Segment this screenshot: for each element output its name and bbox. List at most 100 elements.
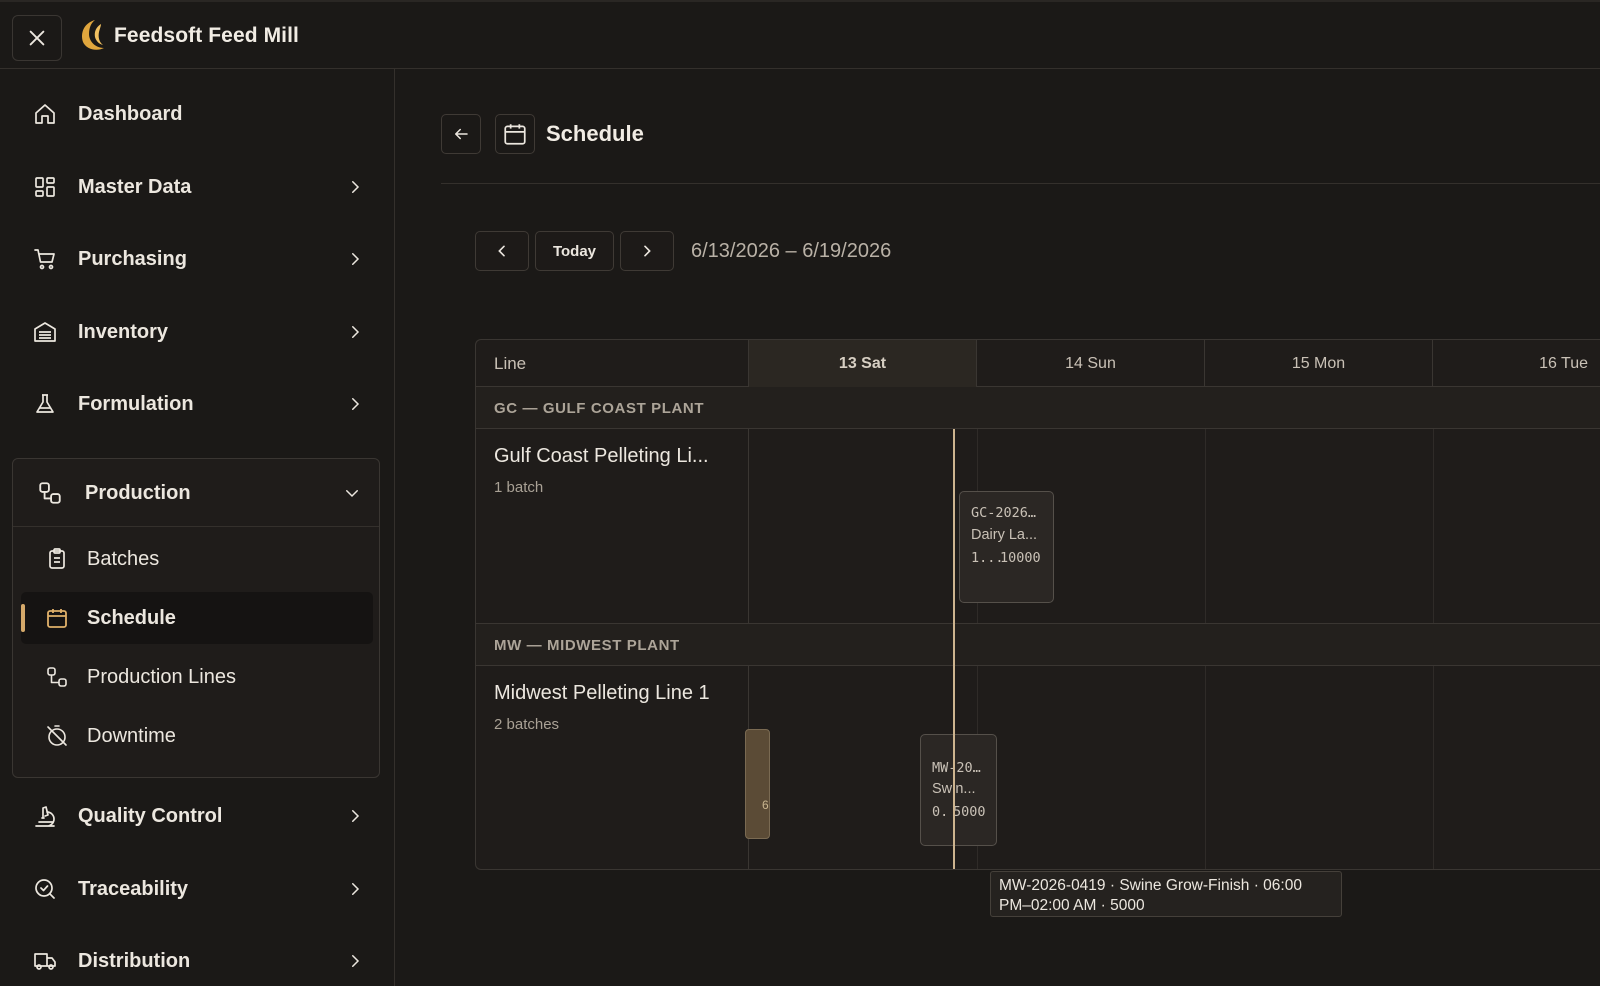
production-line-row: Gulf Coast Pelleting Li... 1 batch GC-20…	[476, 429, 1600, 624]
batch-start: 6	[762, 798, 769, 812]
batch-quantity: 5000	[953, 804, 986, 820]
today-button[interactable]: Today	[535, 231, 614, 271]
sidebar-item-distribution[interactable]: Distribution	[0, 933, 394, 986]
tooltip-line: PM–02:00 AM · 5000	[999, 897, 1145, 914]
chevron-down-icon	[343, 484, 361, 502]
line-name: Midwest Pelleting Line 1	[494, 682, 710, 704]
close-icon	[26, 27, 48, 49]
chevron-left-icon	[494, 243, 510, 259]
sidebar-item-label: Dashboard	[78, 102, 183, 125]
page-title: Schedule	[546, 121, 644, 146]
app-title: Feedsoft Feed Mill	[114, 24, 299, 47]
line-column-label: Line	[494, 354, 527, 373]
batch-block[interactable]: MW-20… Swin... 0. 5000	[920, 734, 997, 846]
batch-start: 0.	[932, 804, 949, 820]
previous-week-button[interactable]	[475, 231, 529, 271]
top-bar: Feedsoft Feed Mill	[0, 0, 1600, 69]
sidebar-item-label: Distribution	[78, 949, 191, 972]
sidebar-item-production-lines[interactable]: Production Lines	[21, 651, 373, 703]
sidebar-item-label: Production Lines	[87, 666, 236, 688]
chevron-right-icon	[346, 395, 364, 413]
date-range-label: 6/13/2026 – 6/19/2026	[691, 240, 892, 262]
arrow-left-icon	[452, 125, 470, 143]
microscope-icon	[32, 803, 58, 829]
line-name: Gulf Coast Pelleting Li...	[494, 445, 709, 467]
sidebar-item-downtime[interactable]: Downtime	[21, 710, 373, 762]
current-time-indicator	[953, 429, 955, 869]
line-column-header: Line	[476, 340, 749, 387]
sidebar-item-quality-control[interactable]: Quality Control	[0, 788, 394, 844]
production-group: Production Batches Schedule Production L…	[12, 458, 380, 778]
sidebar-item-traceability[interactable]: Traceability	[0, 861, 394, 917]
grid-icon	[32, 174, 58, 200]
calendar-icon	[45, 606, 69, 630]
batch-start: 1...	[971, 550, 1004, 566]
tooltip-line: MW-2026-0419 · Swine Grow-Finish · 06:00	[999, 877, 1302, 894]
day-divider	[1205, 429, 1206, 623]
day-header: 14 Sun	[977, 340, 1205, 387]
chevron-right-icon	[346, 952, 364, 970]
batch-tooltip: MW-2026-0419 · Swine Grow-Finish · 06:00…	[990, 871, 1342, 917]
page-icon-badge	[495, 114, 535, 154]
header-divider	[441, 183, 1600, 184]
crescent-moon-logo	[78, 18, 108, 52]
calendar-icon	[502, 121, 528, 147]
grid-header: Line 13 Sat 14 Sun 15 Mon 16 Tue	[476, 340, 1600, 387]
batch-code: GC-2026…	[971, 505, 1037, 521]
main-content: Schedule Today 6/13/2026 – 6/19/2026 Lin…	[396, 69, 1600, 986]
plant-label: GC — GULF COAST PLANT	[494, 400, 705, 417]
line-info-cell[interactable]: Midwest Pelleting Line 1 2 batches	[476, 666, 749, 869]
day-header-today: 13 Sat	[749, 340, 977, 387]
home-icon	[32, 101, 58, 127]
search-check-icon	[32, 876, 58, 902]
truck-icon	[32, 948, 58, 974]
sidebar-item-inventory[interactable]: Inventory	[0, 304, 394, 360]
sidebar-item-purchasing[interactable]: Purchasing	[0, 231, 394, 287]
day-divider	[1205, 666, 1206, 869]
sidebar-item-label: Batches	[87, 548, 160, 570]
workflow-icon	[37, 480, 63, 506]
day-divider	[1433, 666, 1434, 869]
line-batch-count: 2 batches	[494, 716, 560, 733]
line-info-cell[interactable]: Gulf Coast Pelleting Li... 1 batch	[476, 429, 749, 623]
sidebar: Dashboard Master Data Purchasing Invento…	[0, 69, 395, 986]
day-header: 16 Tue	[1433, 340, 1600, 387]
sidebar-item-label: Purchasing	[78, 247, 187, 270]
workflow-icon	[45, 665, 69, 689]
sidebar-item-label: Schedule	[87, 607, 176, 629]
chevron-right-icon	[639, 243, 655, 259]
batch-block[interactable]: GC-2026… Dairy La... 1... 10000	[959, 491, 1054, 603]
sidebar-item-dashboard[interactable]: Dashboard	[0, 86, 394, 142]
back-button[interactable]	[441, 114, 481, 154]
sidebar-item-batches[interactable]: Batches	[21, 533, 373, 585]
chevron-right-icon	[346, 178, 364, 196]
batch-code: MW-20…	[932, 760, 981, 776]
flask-icon	[32, 391, 58, 417]
sidebar-item-master-data[interactable]: Master Data	[0, 159, 394, 215]
plant-group-header: GC — GULF COAST PLANT	[476, 387, 1600, 429]
sidebar-item-label: Inventory	[78, 320, 169, 343]
schedule-grid: Line 13 Sat 14 Sun 15 Mon 16 Tue GC — GU…	[475, 339, 1600, 870]
line-batch-count: 1 batch	[494, 479, 544, 496]
sidebar-item-label: Formulation	[78, 392, 194, 415]
day-header: 15 Mon	[1205, 340, 1433, 387]
sidebar-item-label: Production	[85, 482, 191, 504]
batch-block-overflow[interactable]: 6	[745, 729, 770, 839]
batch-product: Dairy La...	[971, 527, 1038, 543]
next-week-button[interactable]	[620, 231, 674, 271]
sidebar-item-schedule[interactable]: Schedule	[21, 592, 373, 644]
day-divider	[1433, 429, 1434, 623]
plant-group-header: MW — MIDWEST PLANT	[476, 624, 1600, 666]
cart-icon	[32, 246, 58, 272]
production-line-row: Midwest Pelleting Line 1 2 batches MW-20…	[476, 666, 1600, 869]
sidebar-item-label: Downtime	[87, 725, 176, 747]
sidebar-item-label: Traceability	[78, 877, 189, 900]
warehouse-icon	[32, 319, 58, 345]
chevron-right-icon	[346, 880, 364, 898]
sidebar-item-label: Quality Control	[78, 804, 223, 827]
close-button[interactable]	[12, 15, 62, 61]
chevron-right-icon	[346, 250, 364, 268]
sidebar-item-formulation[interactable]: Formulation	[0, 376, 394, 432]
chevron-right-icon	[346, 323, 364, 341]
sidebar-item-production[interactable]: Production	[13, 459, 379, 527]
